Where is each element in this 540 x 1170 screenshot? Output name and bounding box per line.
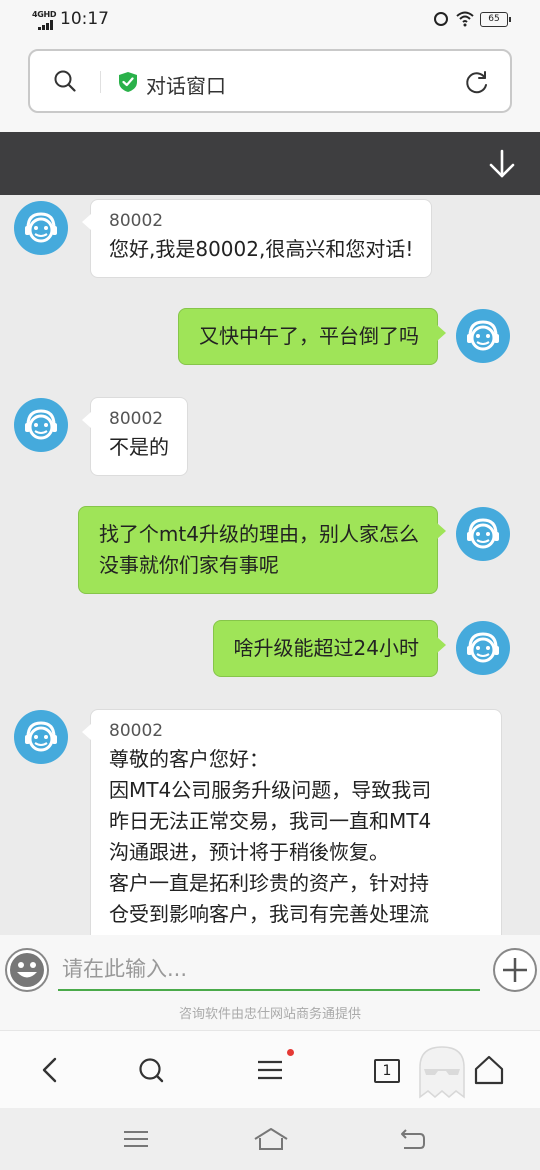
shield-check-icon <box>119 72 137 92</box>
message-incoming: 80002 不是的 <box>82 397 188 476</box>
notification-dot <box>287 1049 294 1056</box>
status-bar: 4GHD 10:17 65 <box>0 0 540 40</box>
message-text: 又快中午了，平台倒了吗 <box>199 324 419 348</box>
chat-area[interactable]: 80002 您好,我是80002,很高兴和您对话! 又快中午了，平台倒了吗 80… <box>0 195 540 935</box>
message-incoming: 80002 尊敬的客户您好： 因MT4公司服务升级问题，导致我司 昨日无法正常交… <box>82 709 502 935</box>
message-text: 不是的 <box>109 435 169 459</box>
message-outgoing: 找了个mt4升级的理由，别人家怎么 没事就你们家有事呢 <box>77 506 447 594</box>
plus-icon[interactable] <box>492 947 538 993</box>
home-icon[interactable] <box>472 1053 506 1087</box>
search-icon[interactable] <box>134 1053 168 1087</box>
message-text: 昨日无法正常交易，我司一直和MT4 <box>109 809 432 833</box>
incognito-ghost-icon <box>419 1046 465 1099</box>
wifi-icon <box>456 11 474 27</box>
battery-icon: 65 <box>480 12 511 27</box>
alarm-icon <box>434 12 448 26</box>
page-title[interactable]: 对话窗口 <box>146 70 226 99</box>
avatar-agent <box>14 201 68 255</box>
emoji-icon[interactable] <box>4 947 50 993</box>
sender-id: 80002 <box>109 721 164 741</box>
message-text: 因MT4公司服务升级问题，导致我司 <box>109 778 432 802</box>
credit-text: 咨询软件由忠仕网站商务通提供 <box>0 1002 540 1030</box>
menu-icon[interactable] <box>253 1053 287 1087</box>
sender-id: 80002 <box>109 409 164 429</box>
chat-toolbar <box>0 132 540 195</box>
signal-icon <box>38 20 56 30</box>
clock-time: 10:17 <box>60 9 109 29</box>
message-text: 尊敬的客户您好： <box>109 747 269 771</box>
system-nav <box>0 1108 540 1170</box>
message-text: 没事就你们家有事呢 <box>98 553 279 577</box>
browser-header: 对话窗口 <box>0 40 540 132</box>
sender-id: 80002 <box>109 211 164 231</box>
address-bar[interactable]: 对话窗口 <box>28 49 512 113</box>
message-text: 仓受到影响客户，我司有完善处理流 <box>109 902 429 926</box>
recent-apps-icon[interactable] <box>121 1126 151 1152</box>
avatar-agent <box>14 398 68 452</box>
back-icon[interactable] <box>34 1053 68 1087</box>
avatar-user <box>456 309 510 363</box>
home-icon[interactable] <box>253 1126 289 1152</box>
avatar-user <box>456 507 510 561</box>
message-outgoing: 又快中午了，平台倒了吗 <box>178 308 446 365</box>
back-icon[interactable] <box>396 1126 426 1152</box>
search-icon[interactable] <box>54 70 76 92</box>
message-text: 客户一直是拓利珍贵的资产，针对持 <box>109 871 429 895</box>
message-text: 沟通跟进，预计将于稍後恢复。 <box>109 840 389 864</box>
divider <box>100 71 101 93</box>
message-input[interactable]: 请在此输入... <box>58 949 480 991</box>
input-bar: 请在此输入... <box>0 935 540 1002</box>
avatar-user <box>456 621 510 675</box>
message-text: 找了个mt4升级的理由，别人家怎么 <box>98 522 419 546</box>
browser-nav: 1 <box>0 1030 540 1108</box>
message-text: 您好,我是80002,很高兴和您对话! <box>109 237 414 261</box>
message-text: 啥升级能超过24小时 <box>233 636 419 660</box>
tabs-button[interactable]: 1 <box>374 1059 400 1083</box>
arrow-down-icon[interactable] <box>486 148 518 180</box>
reload-icon[interactable] <box>464 69 490 95</box>
message-outgoing: 啥升级能超过24小时 <box>212 620 447 677</box>
avatar-agent <box>14 710 68 764</box>
message-incoming: 80002 您好,我是80002,很高兴和您对话! <box>81 199 433 278</box>
network-type: 4GHD <box>32 10 57 19</box>
